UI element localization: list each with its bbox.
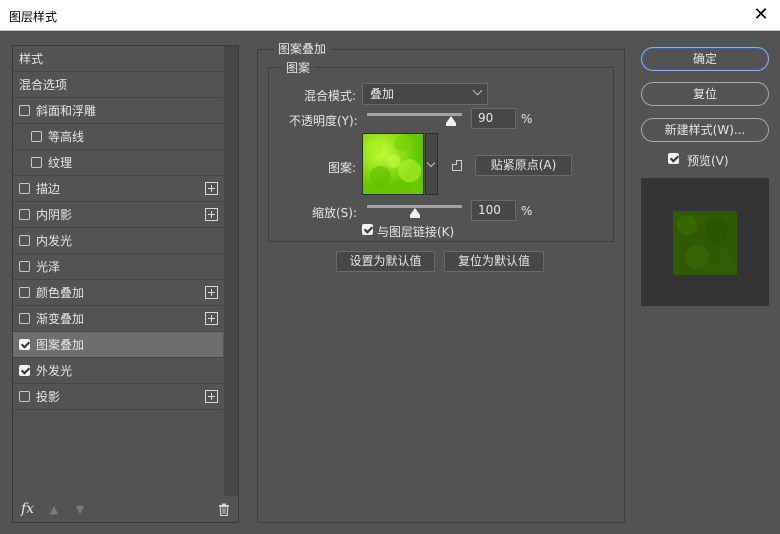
- style-item-label: 样式: [19, 52, 44, 66]
- style-item-checkbox[interactable]: [19, 105, 30, 116]
- add-instance-icon[interactable]: [205, 182, 218, 195]
- add-effect-button[interactable]: fx: [21, 501, 34, 517]
- style-item[interactable]: 颜色叠加: [13, 280, 223, 306]
- scale-input[interactable]: 100: [471, 200, 516, 221]
- chevron-down-icon: [472, 85, 483, 96]
- style-item-label: 图案叠加: [36, 338, 85, 352]
- style-item-label: 投影: [36, 390, 61, 404]
- opacity-input[interactable]: 90: [471, 108, 516, 129]
- style-item-label: 颜色叠加: [36, 286, 85, 300]
- preview-thumbnail: [673, 211, 737, 275]
- reset-button[interactable]: 复位: [641, 82, 769, 106]
- move-up-icon[interactable]: ▲: [48, 504, 60, 516]
- style-item-checkbox[interactable]: [19, 365, 30, 376]
- new-preset-icon[interactable]: [452, 160, 462, 171]
- style-item-checkbox[interactable]: [31, 157, 42, 168]
- opacity-slider-thumb[interactable]: [446, 116, 456, 126]
- style-item-checkbox[interactable]: [19, 287, 30, 298]
- snap-origin-button[interactable]: 贴紧原点(A): [475, 155, 572, 176]
- styles-list: 样式混合选项斜面和浮雕等高线纹理描边内阴影内发光光泽颜色叠加渐变叠加图案叠加外发…: [13, 46, 223, 410]
- styles-list-footer: fx ▲ ▼: [12, 497, 239, 523]
- group-title: 图案叠加: [274, 40, 331, 57]
- style-item[interactable]: 描边: [13, 176, 223, 202]
- style-item-checkbox[interactable]: [19, 313, 30, 324]
- style-item[interactable]: 外发光: [13, 358, 223, 384]
- pattern-label: 图案:: [328, 161, 357, 175]
- style-item[interactable]: 图案叠加: [13, 332, 223, 358]
- style-item[interactable]: 样式: [13, 46, 223, 72]
- scale-unit: %: [521, 204, 533, 218]
- styles-list-scrollbar[interactable]: [224, 46, 238, 496]
- blend-mode-value: 叠加: [370, 87, 395, 101]
- link-layer-checkbox[interactable]: [362, 224, 373, 235]
- blend-mode-select[interactable]: 叠加: [362, 83, 488, 105]
- add-instance-icon[interactable]: [205, 208, 218, 221]
- style-item[interactable]: 斜面和浮雕: [13, 98, 223, 124]
- blend-mode-label: 混合模式:: [304, 89, 357, 103]
- style-item-checkbox[interactable]: [31, 131, 42, 142]
- style-item-label: 斜面和浮雕: [36, 104, 97, 118]
- title-bar: 图层样式 ✕: [0, 0, 780, 31]
- style-item-checkbox[interactable]: [19, 183, 30, 194]
- scale-slider-thumb[interactable]: [410, 208, 420, 218]
- preview-label: 预览(V): [687, 154, 729, 168]
- style-item-label: 内发光: [36, 234, 73, 248]
- ok-button[interactable]: 确定: [641, 47, 769, 71]
- style-item[interactable]: 纹理: [13, 150, 223, 176]
- style-item[interactable]: 内阴影: [13, 202, 223, 228]
- set-default-button[interactable]: 设置为默认值: [336, 251, 435, 272]
- opacity-label: 不透明度(Y):: [289, 114, 358, 128]
- preview-checkbox[interactable]: [668, 153, 679, 164]
- style-item-label: 渐变叠加: [36, 312, 85, 326]
- add-instance-icon[interactable]: [205, 286, 218, 299]
- add-instance-icon[interactable]: [205, 390, 218, 403]
- link-layer-label: 与图层链接(K): [377, 225, 455, 239]
- style-item-label: 光泽: [36, 260, 61, 274]
- style-item-checkbox[interactable]: [19, 209, 30, 220]
- style-item[interactable]: 光泽: [13, 254, 223, 280]
- style-item-checkbox[interactable]: [19, 235, 30, 246]
- reset-default-button[interactable]: 复位为默认值: [444, 251, 544, 272]
- style-item[interactable]: 渐变叠加: [13, 306, 223, 332]
- pattern-swatch[interactable]: [362, 133, 424, 195]
- add-instance-icon[interactable]: [205, 312, 218, 325]
- opacity-unit: %: [521, 112, 533, 126]
- move-down-icon[interactable]: ▼: [74, 504, 86, 516]
- style-item-label: 外发光: [36, 364, 73, 378]
- style-item-checkbox[interactable]: [19, 391, 30, 402]
- style-item-label: 描边: [36, 182, 61, 196]
- style-item-checkbox[interactable]: [19, 261, 30, 272]
- style-item-label: 内阴影: [36, 208, 73, 222]
- style-item-label: 纹理: [48, 156, 73, 170]
- new-style-button[interactable]: 新建样式(W)...: [641, 118, 769, 142]
- style-item-label: 等高线: [48, 130, 85, 144]
- style-item[interactable]: 内发光: [13, 228, 223, 254]
- window-title: 图层样式: [9, 10, 58, 24]
- style-item-label: 混合选项: [19, 78, 68, 92]
- style-item[interactable]: 投影: [13, 384, 223, 410]
- scale-label: 缩放(S):: [312, 206, 358, 220]
- style-item[interactable]: 等高线: [13, 124, 223, 150]
- close-icon[interactable]: ✕: [748, 3, 774, 27]
- styles-list-panel: 样式混合选项斜面和浮雕等高线纹理描边内阴影内发光光泽颜色叠加渐变叠加图案叠加外发…: [12, 45, 239, 523]
- subgroup-title: 图案: [282, 59, 315, 76]
- style-item-checkbox[interactable]: [19, 339, 30, 350]
- trash-icon[interactable]: [218, 503, 230, 516]
- pattern-picker-dropdown[interactable]: [425, 133, 438, 195]
- style-item[interactable]: 混合选项: [13, 72, 223, 98]
- chevron-down-icon: [426, 158, 436, 168]
